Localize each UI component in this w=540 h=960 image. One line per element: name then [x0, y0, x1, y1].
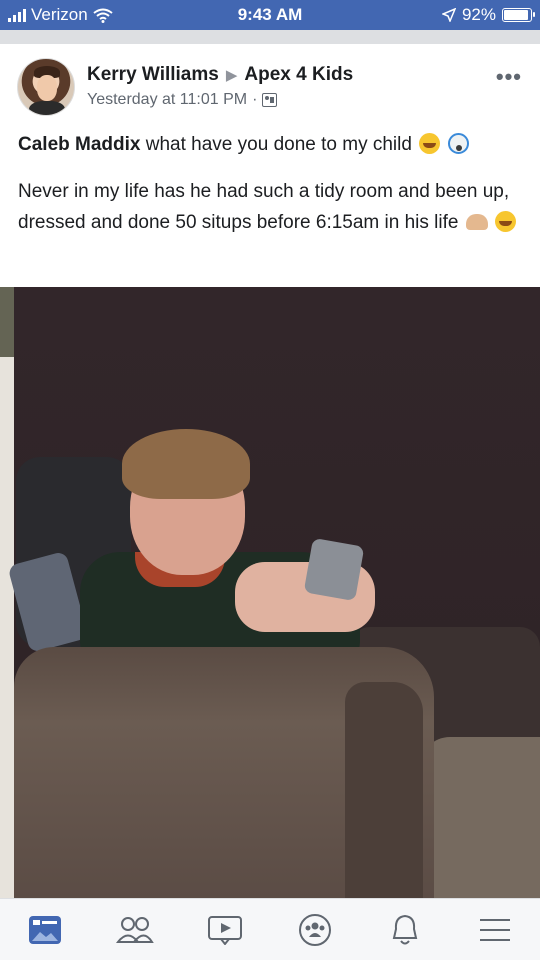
rofl-emoji-icon: [495, 211, 517, 232]
group-name[interactable]: Apex 4 Kids: [244, 64, 353, 86]
notifications-icon: [392, 914, 418, 945]
flexed-biceps-emoji-icon: [465, 214, 488, 230]
scream-emoji-icon: [447, 133, 469, 154]
post-photo[interactable]: [0, 287, 540, 898]
post-header: Kerry Williams ▶ Apex 4 Kids Yesterday a…: [0, 44, 540, 124]
post-title: Kerry Williams ▶ Apex 4 Kids: [87, 64, 353, 86]
post-line-1-text: what have you done to my child: [145, 134, 412, 155]
notifications-tab[interactable]: [385, 911, 425, 949]
rofl-emoji-icon: [419, 133, 441, 154]
group-audience-icon: [262, 93, 278, 107]
watch-tab[interactable]: [205, 911, 245, 949]
post-meta: Yesterday at 11:01 PM ·: [87, 91, 278, 109]
photo-phone: [303, 537, 365, 602]
post-line-1: Caleb Maddix what have you done to my ch…: [18, 129, 526, 160]
watch-icon: [208, 916, 242, 945]
post-line-2-text: Never in my life has he had such a tidy …: [18, 181, 510, 233]
feed-separator: [0, 30, 540, 44]
location-arrow-icon: [441, 8, 456, 22]
bottom-tab-bar: [0, 898, 540, 960]
friends-tab[interactable]: [115, 911, 155, 949]
more-options-icon[interactable]: •••: [496, 66, 522, 88]
author-name[interactable]: Kerry Williams: [87, 64, 219, 86]
groups-icon: [299, 914, 331, 946]
post-line-2: Never in my life has he had such a tidy …: [18, 176, 526, 238]
share-to-arrow-icon: ▶: [225, 67, 238, 84]
mention-link[interactable]: Caleb Maddix: [18, 134, 140, 155]
menu-tab[interactable]: [475, 911, 515, 949]
friends-icon: [116, 917, 154, 943]
menu-icon: [480, 919, 510, 941]
groups-tab[interactable]: [295, 911, 335, 949]
status-right: 92%: [441, 5, 535, 25]
post-timestamp[interactable]: Yesterday at 11:01 PM: [87, 91, 247, 109]
battery-fill: [504, 10, 528, 20]
news-feed-tab[interactable]: [25, 911, 65, 949]
post-body: Caleb Maddix what have you done to my ch…: [18, 129, 526, 238]
news-feed-icon: [29, 916, 61, 944]
battery-icon: [502, 8, 535, 22]
battery-percent: 92%: [461, 5, 496, 24]
meta-separator: ·: [252, 91, 258, 108]
author-avatar[interactable]: [17, 58, 75, 116]
status-bar: Verizon 9:43 AM 92%: [0, 0, 540, 30]
